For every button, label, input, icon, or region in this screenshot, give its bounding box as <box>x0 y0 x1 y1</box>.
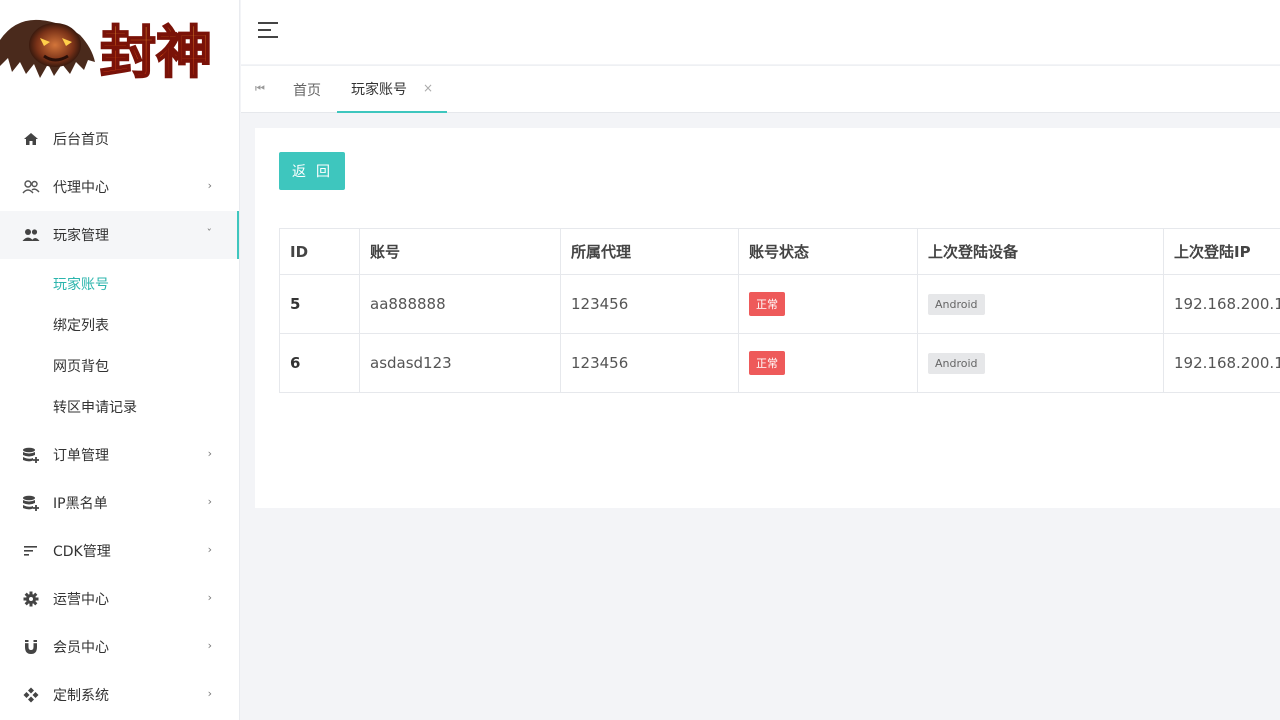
cell-account: aa888888 <box>359 274 561 334</box>
sidebar-item-label: 定制系统 <box>53 688 109 704</box>
sidebar-item-label: 后台首页 <box>53 132 109 148</box>
sidebar-item-agents[interactable]: 代理中心 › <box>0 163 239 211</box>
column-header: 上次登陆IP <box>1163 228 1280 275</box>
magnet-icon <box>22 638 40 656</box>
scroll-tabs-left-icon[interactable]: ⏮ <box>255 82 265 96</box>
column-header: 上次登陆设备 <box>917 228 1164 275</box>
sidebar-subitem-web-backpack[interactable]: 网页背包 <box>0 345 239 386</box>
cell-status: 正常 <box>738 274 918 334</box>
sidebar-subitem-player-accounts[interactable]: 玩家账号 <box>0 263 239 304</box>
database-add-icon <box>22 446 40 464</box>
cell-id: 5 <box>279 274 360 334</box>
chevron-right-icon: › <box>207 543 212 557</box>
tab-player-accounts[interactable]: 玩家账号 × <box>337 66 447 113</box>
cell-agent: 123456 <box>560 333 739 393</box>
sidebar-item-label: 运营中心 <box>53 592 109 608</box>
chevron-right-icon: › <box>207 447 212 461</box>
database-add-icon <box>22 494 40 512</box>
sidebar-item-label: IP黑名单 <box>53 496 108 512</box>
cell-agent: 123456 <box>560 274 739 334</box>
gear-icon <box>22 590 40 608</box>
table-row[interactable]: 5 aa888888 123456 正常 Android 192.168.200… <box>279 274 1280 334</box>
sidebar-menu: 后台首页 代理中心 › 玩家管理 ˇ 玩家账号 绑定列表 网页背包 转区申请记录 <box>0 115 239 719</box>
chevron-right-icon: › <box>207 495 212 509</box>
cell-id: 6 <box>279 333 360 393</box>
column-header: 账号 <box>359 228 561 275</box>
status-badge: 正常 <box>749 292 785 316</box>
sidebar-item-operations[interactable]: 运营中心 › <box>0 575 239 623</box>
menu-toggle-icon[interactable] <box>258 22 278 40</box>
cell-status: 正常 <box>738 333 918 393</box>
status-badge: 正常 <box>749 351 785 375</box>
sidebar-item-cdk[interactable]: CDK管理 › <box>0 527 239 575</box>
chevron-down-icon: ˇ <box>206 227 213 241</box>
cell-ip: 192.168.200.1 <box>1163 274 1280 334</box>
content-panel: 返回 ID 账号 所属代理 账号状态 上次登陆设备 上次登陆IP 5 aa888 <box>255 128 1280 508</box>
tab-label: 首页 <box>293 82 321 99</box>
sidebar-item-ip-blacklist[interactable]: IP黑名单 › <box>0 479 239 527</box>
sidebar-item-dashboard[interactable]: 后台首页 <box>0 115 239 163</box>
sidebar: 封神 后台首页 代理中心 › 玩家管理 ˇ 玩家账号 绑定列表 网页背包 转区申… <box>0 0 240 720</box>
sidebar-item-label: 订单管理 <box>53 448 109 464</box>
sidebar-subitem-transfer-records[interactable]: 转区申请记录 <box>0 386 239 427</box>
logo-text: 封神 <box>100 20 212 86</box>
home-icon <box>22 130 40 148</box>
logo[interactable]: 封神 <box>0 0 239 95</box>
chevron-right-icon: › <box>207 687 212 701</box>
agents-icon <box>22 178 40 196</box>
cell-account: asdasd123 <box>359 333 561 393</box>
sidebar-item-label: 玩家管理 <box>53 228 109 244</box>
sidebar-subitem-bind-list[interactable]: 绑定列表 <box>0 304 239 345</box>
column-header: 账号状态 <box>738 228 918 275</box>
chevron-right-icon: › <box>207 591 212 605</box>
back-button[interactable]: 返回 <box>279 152 345 190</box>
tab-label: 玩家账号 <box>351 81 407 98</box>
tab-home[interactable]: 首页 <box>293 66 321 113</box>
cell-device: Android <box>917 274 1164 334</box>
sidebar-item-label: 代理中心 <box>53 180 109 196</box>
tabs-bar: ⏮ 首页 玩家账号 × <box>241 65 1280 113</box>
logo-image: 封神 <box>0 19 213 87</box>
sidebar-item-label: CDK管理 <box>53 544 111 560</box>
cell-ip: 192.168.200.1 <box>1163 333 1280 393</box>
chevron-right-icon: › <box>207 639 212 653</box>
table-row[interactable]: 6 asdasd123 123456 正常 Android 192.168.20… <box>279 333 1280 393</box>
column-header: ID <box>279 228 360 275</box>
sidebar-item-label: 会员中心 <box>53 640 109 656</box>
modules-icon <box>22 686 40 704</box>
sidebar-item-orders[interactable]: 订单管理 › <box>0 431 239 479</box>
device-badge: Android <box>928 352 985 374</box>
close-icon[interactable]: × <box>423 81 433 95</box>
sidebar-item-players[interactable]: 玩家管理 ˇ <box>0 211 239 259</box>
cell-device: Android <box>917 333 1164 393</box>
chevron-right-icon: › <box>207 179 212 193</box>
sidebar-item-custom-system[interactable]: 定制系统 › <box>0 671 239 719</box>
player-table: ID 账号 所属代理 账号状态 上次登陆设备 上次登陆IP 5 aa888888… <box>279 228 1280 393</box>
column-header: 所属代理 <box>560 228 739 275</box>
device-badge: Android <box>928 293 985 315</box>
players-submenu: 玩家账号 绑定列表 网页背包 转区申请记录 <box>0 259 239 431</box>
sidebar-item-members[interactable]: 会员中心 › <box>0 623 239 671</box>
player-table-wrapper: ID 账号 所属代理 账号状态 上次登陆设备 上次登陆IP 5 aa888888… <box>279 228 1280 393</box>
table-header-row: ID 账号 所属代理 账号状态 上次登陆设备 上次登陆IP <box>279 228 1280 275</box>
sort-lines-icon <box>22 542 40 560</box>
top-bar <box>241 0 1280 64</box>
users-icon <box>22 226 40 244</box>
